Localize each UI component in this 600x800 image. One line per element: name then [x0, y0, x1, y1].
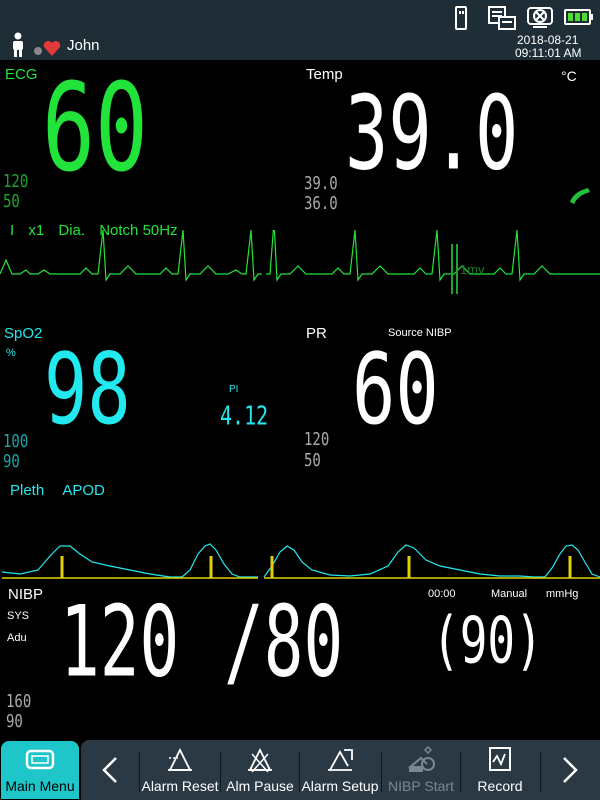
pi-value: 4.12 [220, 400, 269, 432]
spo2-info: Pleth APOD [10, 482, 105, 499]
network-icon [488, 6, 516, 30]
status-bar: John 2018-08-21 09:11:01 AM [0, 0, 600, 60]
prev-page-button[interactable] [84, 740, 136, 800]
nibp-map-value[interactable]: (90) [432, 608, 543, 672]
chevron-right-icon [563, 757, 578, 783]
nibp-limit-low: 90 [6, 712, 23, 732]
temp-value[interactable]: 39.0 [345, 82, 518, 184]
nibp-label[interactable]: NIBP [8, 586, 43, 603]
alarm-setup-label: Alarm Setup [301, 778, 379, 794]
date-text: 2018-08-21 [517, 33, 579, 47]
temp-label[interactable]: Temp [306, 66, 343, 83]
probe-icon [570, 188, 590, 204]
nibp-start-label: NIBP Start [388, 778, 454, 794]
ecg-waveform [0, 230, 600, 294]
nibp-patient-type: Adu [7, 632, 27, 644]
nibp-sys-value[interactable]: 120 [60, 593, 179, 692]
monitor-icon [25, 749, 55, 770]
alarm-reset-label: Alarm Reset [141, 778, 219, 794]
nibp-time: 00:00 [428, 588, 456, 600]
ecg-limit-high: 120 [3, 172, 29, 192]
record-label: Record [477, 778, 523, 794]
pr-value[interactable]: 60 [352, 340, 439, 438]
pi-label: PI [229, 384, 239, 395]
ecg-value[interactable]: 60 [42, 67, 148, 189]
usb-icon [455, 6, 467, 30]
pr-label[interactable]: PR [306, 325, 327, 342]
nibp-mode: Manual [491, 588, 528, 600]
alarm-setup-button[interactable]: Alarm Setup [300, 740, 380, 800]
pr-limit-high: 120 [304, 430, 330, 450]
spo2-unit: % [6, 347, 16, 359]
pr-limit-low: 50 [304, 451, 321, 471]
ecg-scale-label: 1mv [460, 262, 485, 277]
battery-icon [564, 9, 593, 25]
device-icon [527, 7, 553, 28]
temp-limit-low: 36.0 [304, 194, 338, 214]
nibp-limit-high: 160 [6, 692, 32, 712]
record-button[interactable]: Record [461, 740, 539, 800]
alarm-reset-button[interactable]: Alarm Reset [140, 740, 220, 800]
nibp-start-button[interactable]: NIBP Start [382, 740, 460, 800]
ecg-label[interactable]: ECG [5, 66, 38, 83]
patient-icon [13, 32, 23, 57]
alarm-pause-icon [248, 747, 272, 773]
spo2-mode[interactable]: APOD [62, 482, 105, 499]
nibp-unit: mmHg [546, 588, 579, 600]
chevron-left-icon [102, 757, 117, 783]
ecg-limit-low: 50 [3, 192, 20, 212]
next-page-button[interactable] [542, 740, 598, 800]
temp-unit: °C [561, 68, 577, 84]
pleth-waveform [1, 543, 600, 579]
patient-name[interactable]: John [67, 37, 100, 54]
nibp-start-icon [408, 746, 435, 772]
temp-limit-high: 39.0 [304, 174, 338, 194]
alarm-reset-icon [168, 747, 192, 771]
spo2-pleth[interactable]: Pleth [10, 482, 44, 499]
alarm-setup-icon [328, 749, 353, 771]
heart-icon [34, 40, 61, 56]
time-text: 09:11:01 AM [515, 46, 582, 60]
spo2-label[interactable]: SpO2 [4, 325, 42, 342]
spo2-value[interactable]: 98 [44, 340, 131, 438]
alarm-pause-label: Alm Pause [226, 778, 294, 794]
main-menu-button[interactable]: Main Menu [1, 741, 79, 799]
toolbar-divider [540, 752, 541, 792]
record-icon [489, 747, 511, 771]
main-menu-label: Main Menu [5, 778, 75, 794]
alarm-pause-button[interactable]: Alm Pause [221, 740, 299, 800]
spo2-limit-low: 90 [3, 452, 20, 472]
nibp-sys-label: SYS [7, 610, 30, 622]
nibp-dia-value[interactable]: /80 [224, 593, 343, 692]
spo2-limit-high: 100 [3, 432, 29, 452]
